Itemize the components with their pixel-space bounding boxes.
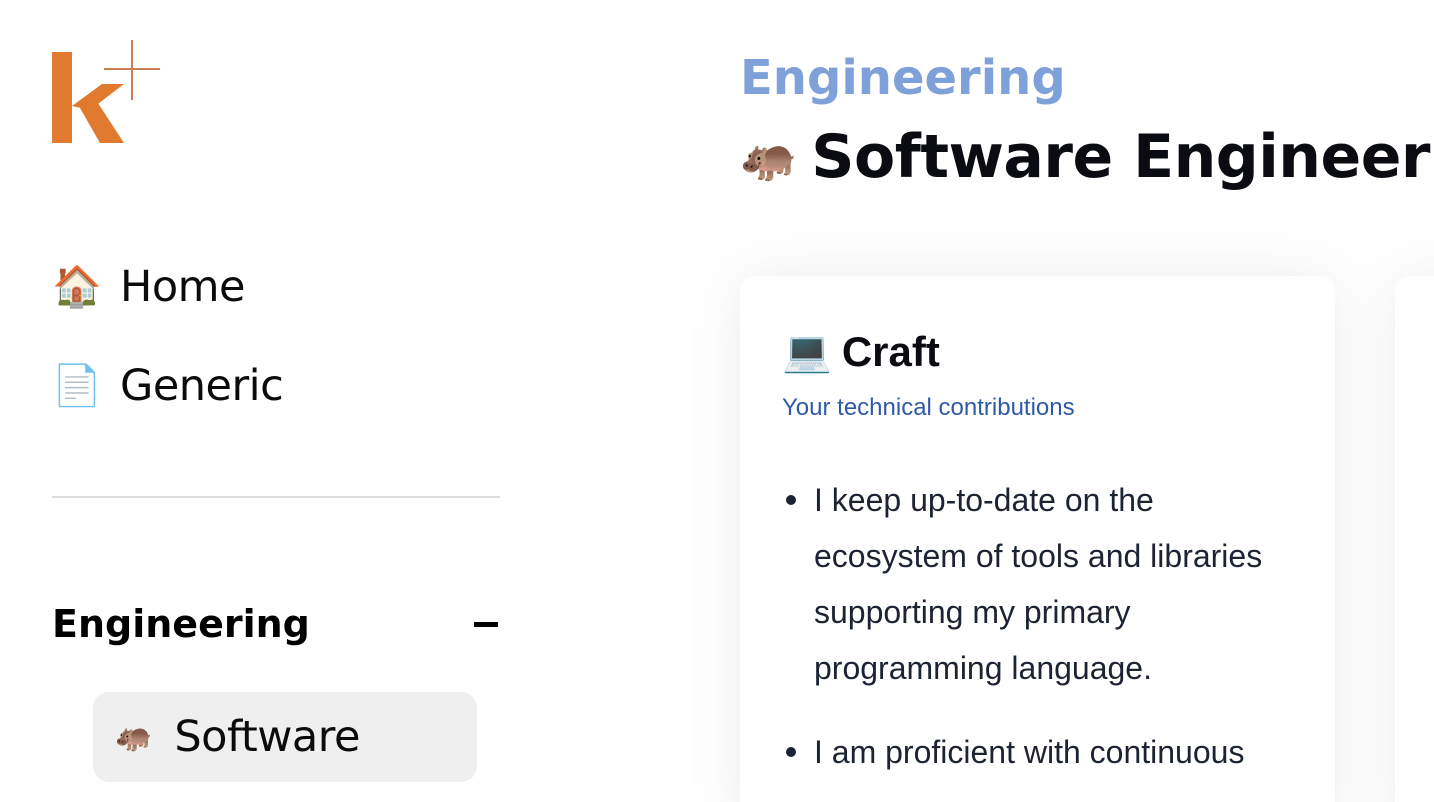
sidebar-item-label: Generic bbox=[120, 361, 284, 411]
list-item: I am proficient with continuous bbox=[782, 724, 1282, 780]
card-header: 💻 Craft bbox=[782, 328, 940, 376]
sidebar: 🏠 Home 📄 Generic Engineering 🦛 Software bbox=[0, 0, 560, 802]
laptop-icon: 💻 bbox=[782, 330, 832, 374]
list-item: I keep up-to-date on the ecosystem of to… bbox=[782, 472, 1282, 696]
section-header-engineering[interactable]: Engineering bbox=[52, 600, 500, 648]
hippo-icon: 🦛 bbox=[115, 720, 153, 753]
breadcrumb[interactable]: Engineering bbox=[740, 50, 1066, 106]
house-icon: 🏠 bbox=[52, 265, 102, 309]
minus-icon[interactable] bbox=[474, 621, 498, 627]
card-craft: 💻 Craft Your technical contributions I k… bbox=[740, 276, 1335, 802]
sidebar-item-generic[interactable]: 📄 Generic bbox=[52, 358, 284, 414]
sidebar-item-label: Software bbox=[174, 712, 360, 762]
card-next bbox=[1395, 276, 1434, 802]
sidebar-item-label: Home bbox=[120, 262, 245, 312]
card-bullet-list: I keep up-to-date on the ecosystem of to… bbox=[782, 472, 1282, 802]
sidebar-item-home[interactable]: 🏠 Home bbox=[52, 259, 245, 315]
hippo-icon: 🦛 bbox=[740, 131, 798, 183]
page-title-text: Software Engineering bbox=[811, 122, 1434, 192]
card-title: Craft bbox=[841, 328, 940, 375]
logo-icon bbox=[52, 40, 160, 143]
logo[interactable] bbox=[52, 38, 164, 148]
page-title: 🦛 Software Engineering bbox=[740, 122, 1434, 192]
sidebar-item-software[interactable]: 🦛 Software bbox=[93, 692, 477, 782]
document-icon: 📄 bbox=[52, 364, 102, 408]
section-title: Engineering bbox=[52, 602, 310, 646]
sidebar-divider bbox=[52, 496, 500, 498]
app-root: 🏠 Home 📄 Generic Engineering 🦛 Software … bbox=[0, 0, 1434, 802]
card-subtitle: Your technical contributions bbox=[782, 394, 1075, 421]
